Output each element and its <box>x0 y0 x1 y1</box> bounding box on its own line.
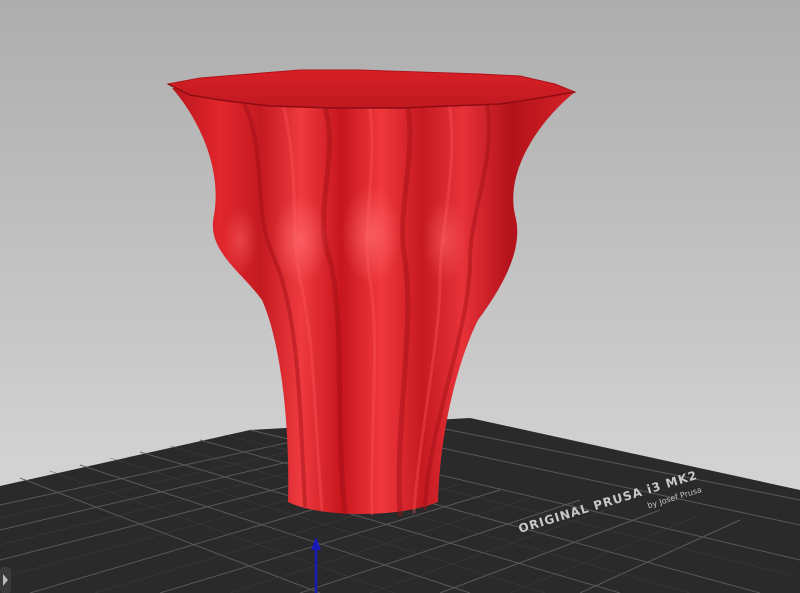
scene-canvas[interactable]: ORIGINAL PRUSA i3 MK2 by Josef Prusa <box>0 0 800 593</box>
plater-3d-viewport[interactable]: ORIGINAL PRUSA i3 MK2 by Josef Prusa <box>0 0 800 593</box>
collapse-toggle-icon[interactable] <box>0 567 11 593</box>
